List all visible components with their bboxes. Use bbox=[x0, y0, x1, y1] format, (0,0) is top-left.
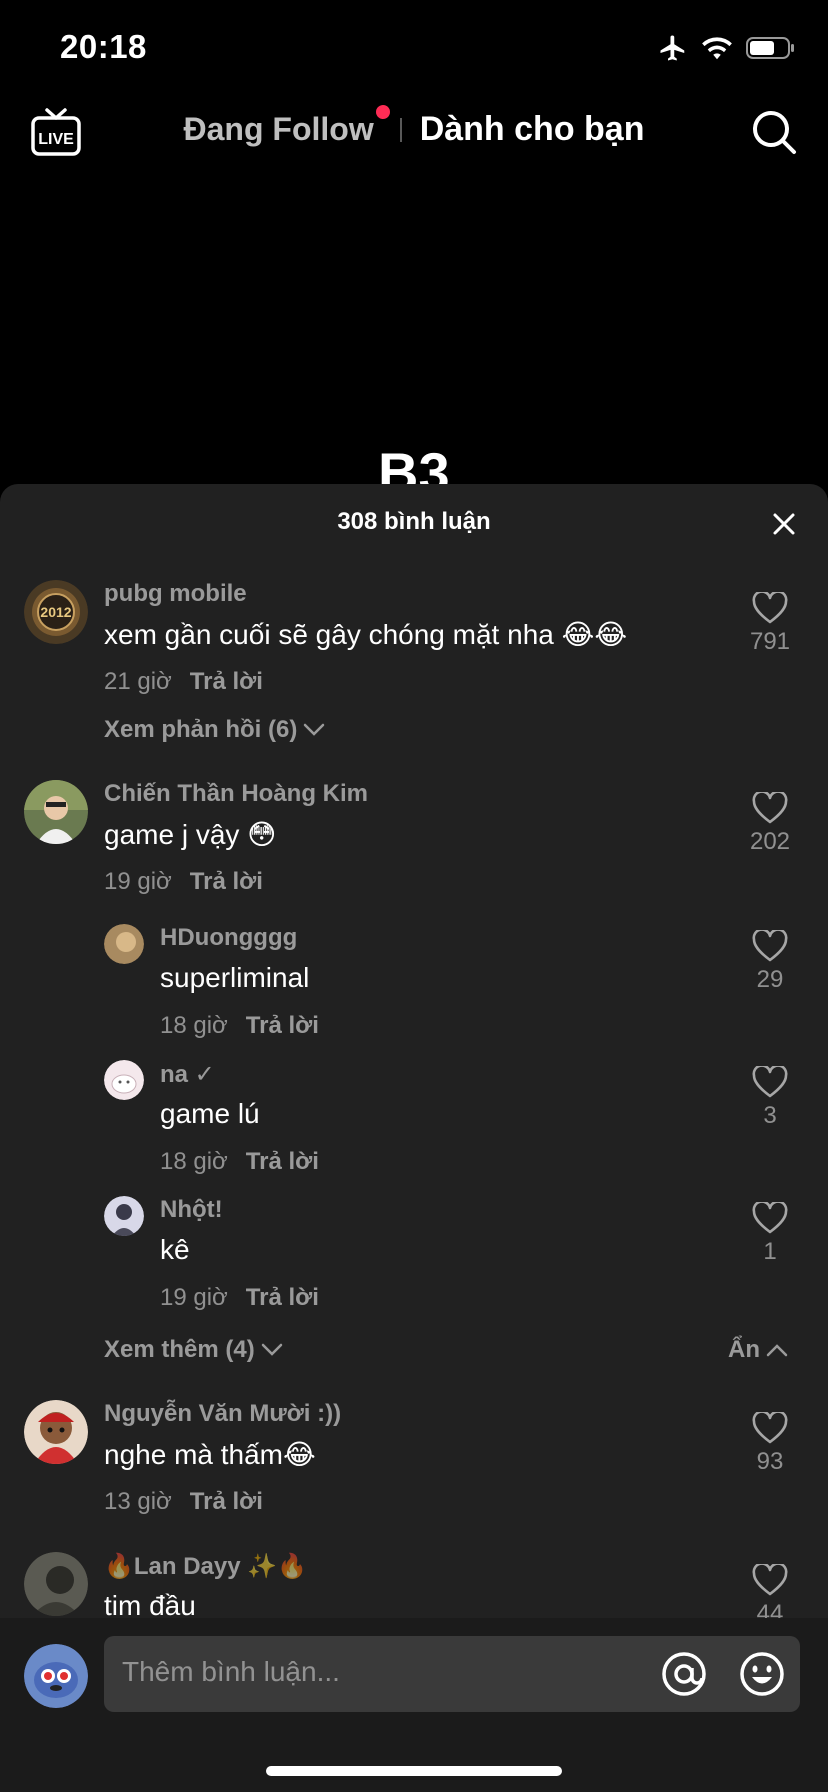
avatar[interactable] bbox=[24, 1400, 88, 1464]
emoji-button[interactable] bbox=[738, 1650, 786, 1698]
my-avatar bbox=[24, 1644, 88, 1708]
comment-username[interactable]: Chiến Thần Hoàng Kim bbox=[104, 780, 368, 808]
home-indicator bbox=[266, 1766, 562, 1776]
view-more-replies-button[interactable]: Xem thêm (4) bbox=[104, 1336, 283, 1364]
like-button[interactable]: 93 bbox=[742, 1412, 798, 1476]
reply-button[interactable]: Trả lời bbox=[246, 1148, 319, 1175]
comments-header: 308 bình luận bbox=[0, 484, 828, 564]
reply-meta: 18 giờ Trả lời bbox=[160, 1012, 319, 1040]
like-button[interactable]: 1 bbox=[742, 1202, 798, 1266]
like-count: 791 bbox=[749, 628, 791, 655]
like-count: 1 bbox=[763, 1238, 777, 1265]
reply-time: 18 giờ bbox=[160, 1012, 228, 1039]
heart-icon bbox=[752, 1412, 788, 1444]
reply-text: game lú bbox=[160, 1098, 260, 1129]
status-bar: 20:18 bbox=[0, 0, 828, 100]
comment-time: 13 giờ bbox=[104, 1488, 172, 1515]
avatar-badge-text: 2012 bbox=[40, 604, 71, 620]
wifi-icon bbox=[702, 37, 732, 60]
comment-input-placeholder: Thêm bình luận... bbox=[122, 1656, 340, 1687]
view-replies-label: Xem phản hồi (6) bbox=[104, 716, 298, 743]
hide-replies-button[interactable]: Ẩn bbox=[728, 1336, 788, 1364]
feed-tabs: Đang Follow Dành cho bạn bbox=[0, 105, 828, 149]
at-sign-icon bbox=[662, 1652, 706, 1696]
tab-following-label: Đang Follow bbox=[183, 111, 374, 147]
avatar[interactable] bbox=[104, 1060, 144, 1100]
heart-icon bbox=[752, 1564, 788, 1596]
comment-username[interactable]: 🔥Lan Dayy ✨🔥 bbox=[104, 1552, 307, 1581]
reply-button[interactable]: Trả lời bbox=[246, 1284, 319, 1311]
close-icon bbox=[773, 513, 795, 535]
tab-following[interactable]: Đang Follow bbox=[183, 105, 390, 148]
comments-count-title: 308 bình luận bbox=[337, 508, 491, 535]
hide-label: Ẩn bbox=[728, 1336, 760, 1363]
reply-time: 18 giờ bbox=[160, 1148, 228, 1175]
search-button[interactable] bbox=[750, 108, 798, 156]
smiley-icon bbox=[740, 1652, 784, 1696]
notification-dot bbox=[375, 105, 390, 119]
comment-meta: 13 giờ Trả lời bbox=[104, 1488, 263, 1516]
top-nav: LIVE Đang Follow Dành cho bạn bbox=[0, 100, 828, 170]
battery-icon bbox=[746, 37, 794, 59]
reply-meta: 19 giờ Trả lời bbox=[160, 1284, 319, 1312]
heart-icon bbox=[752, 930, 788, 962]
comments-sheet: 308 bình luận 2012 pubg mobile xem gần c… bbox=[0, 484, 828, 1792]
mention-button[interactable] bbox=[660, 1650, 708, 1698]
chevron-down-icon bbox=[261, 1343, 282, 1356]
reply-button[interactable]: Trả lời bbox=[190, 668, 263, 695]
comment-time: 21 giờ bbox=[104, 668, 172, 695]
reply-username[interactable]: Nhột! bbox=[160, 1196, 223, 1224]
view-replies-button[interactable]: Xem phản hồi (6) bbox=[104, 716, 325, 744]
comment-meta: 19 giờ Trả lời bbox=[104, 868, 263, 896]
heart-icon bbox=[752, 592, 788, 624]
reply-username[interactable]: HDuongggg bbox=[160, 924, 297, 952]
like-button[interactable]: 791 bbox=[742, 592, 798, 656]
view-more-label: Xem thêm (4) bbox=[104, 1336, 255, 1363]
avatar[interactable] bbox=[24, 780, 88, 844]
chevron-down-icon bbox=[304, 723, 325, 736]
comment-text: nghe mà thấm😂 bbox=[104, 1439, 316, 1470]
avatar[interactable] bbox=[104, 1196, 144, 1236]
comment-username[interactable]: Nguyễn Văn Mười :)) bbox=[104, 1400, 341, 1428]
tab-divider bbox=[399, 117, 402, 142]
avatar[interactable] bbox=[104, 924, 144, 964]
tab-for-you[interactable]: Dành cho bạn bbox=[420, 110, 645, 149]
reply-button[interactable]: Trả lời bbox=[246, 1012, 319, 1039]
reply-button[interactable]: Trả lời bbox=[190, 868, 263, 895]
status-time: 20:18 bbox=[60, 28, 147, 65]
heart-icon bbox=[752, 1202, 788, 1234]
comment-meta: 21 giờ Trả lời bbox=[104, 668, 263, 696]
reply-text: superliminal bbox=[160, 962, 310, 993]
reply-time: 19 giờ bbox=[160, 1284, 228, 1311]
comment-text: game j vậy 😳 bbox=[104, 819, 277, 850]
chevron-up-icon bbox=[766, 1344, 788, 1357]
like-count: 93 bbox=[756, 1448, 784, 1475]
like-button[interactable]: 202 bbox=[742, 792, 798, 856]
search-icon bbox=[753, 111, 796, 154]
like-button[interactable]: 29 bbox=[742, 930, 798, 994]
heart-icon bbox=[752, 792, 788, 824]
heart-icon bbox=[752, 1066, 788, 1098]
avatar[interactable]: 2012 bbox=[24, 580, 88, 644]
comment-input[interactable]: Thêm bình luận... bbox=[104, 1636, 800, 1712]
reply-username[interactable]: na ✓ bbox=[160, 1060, 215, 1089]
comment-username[interactable]: pubg mobile bbox=[104, 580, 247, 608]
comment-text: xem gần cuối sẽ gây chóng mặt nha 😂😂 bbox=[104, 619, 628, 650]
close-button[interactable] bbox=[770, 510, 798, 538]
status-icons bbox=[658, 33, 796, 63]
like-button[interactable]: 3 bbox=[742, 1066, 798, 1130]
reply-meta: 18 giờ Trả lời bbox=[160, 1148, 319, 1176]
reply-text: kê bbox=[160, 1234, 190, 1265]
reply-button[interactable]: Trả lời bbox=[190, 1488, 263, 1515]
like-count: 202 bbox=[749, 828, 791, 855]
like-count: 29 bbox=[756, 966, 784, 993]
comment-time: 19 giờ bbox=[104, 868, 172, 895]
avatar[interactable] bbox=[24, 1552, 88, 1616]
like-count: 3 bbox=[763, 1102, 777, 1129]
airplane-icon bbox=[660, 35, 685, 61]
